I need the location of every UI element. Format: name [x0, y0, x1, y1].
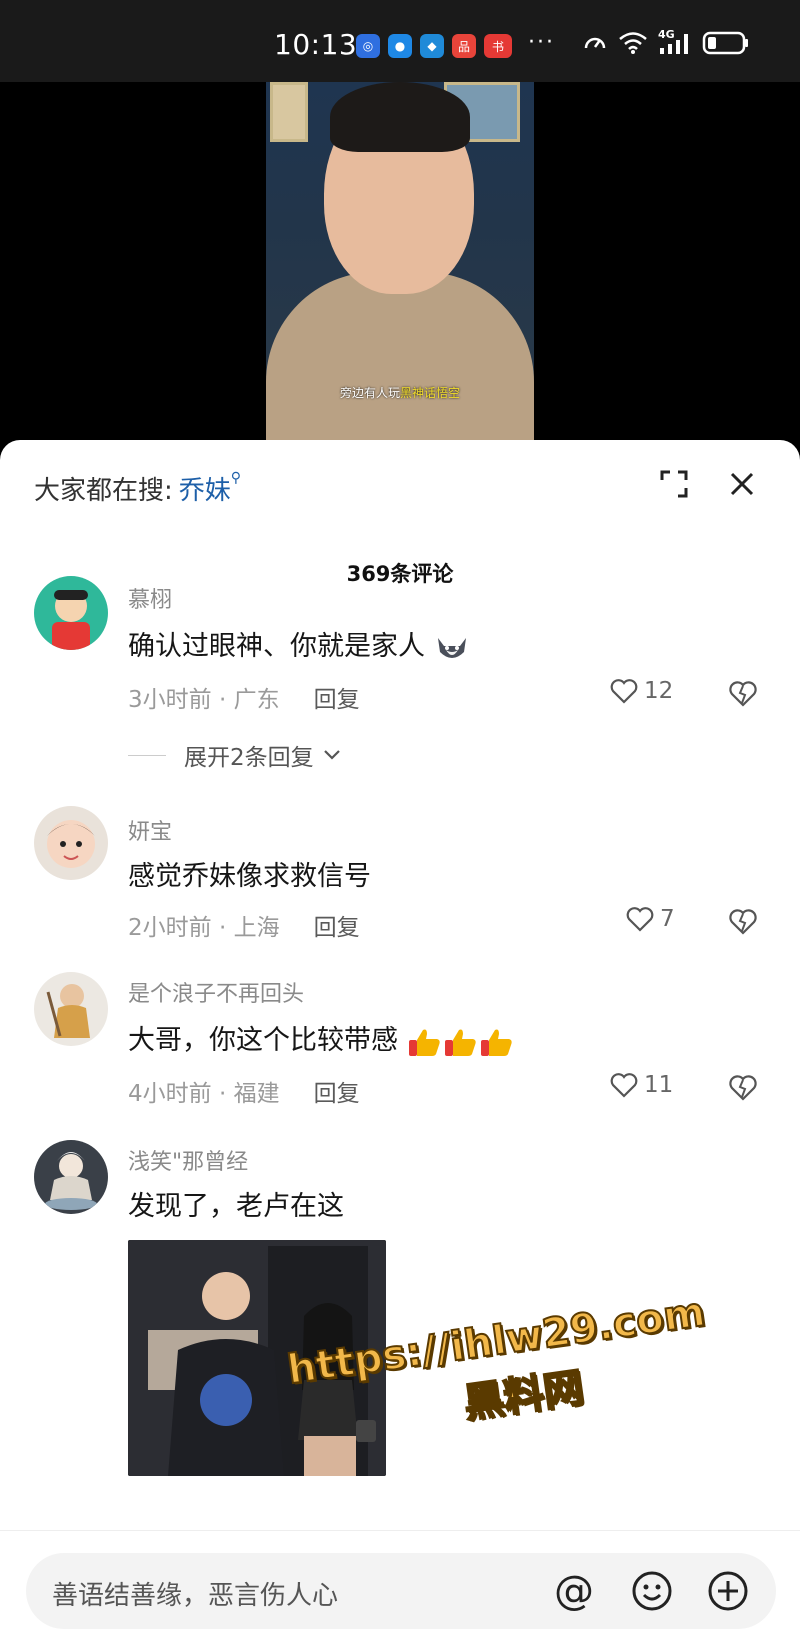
- search-keyword-link[interactable]: 乔妹: [179, 476, 231, 506]
- comment-text: 感觉乔妹像求救信号: [128, 861, 371, 892]
- comment-text: 发现了，老卢在这: [128, 1191, 344, 1222]
- close-icon[interactable]: [724, 466, 760, 502]
- mention-symbol: @: [554, 1568, 594, 1614]
- comment-location: 福建: [233, 1081, 280, 1107]
- person-hair: [330, 82, 470, 152]
- comment-text: 大哥，你这个比较带感: [128, 1018, 515, 1058]
- husky-emoji-icon: [437, 637, 466, 658]
- comment-text: 确认过眼神、你就是家人: [128, 624, 470, 664]
- message-notification-icon: ●: [388, 34, 412, 58]
- comment-time: 4小时前: [128, 1081, 212, 1107]
- video-frame: 旁边有人玩黑神话悟空: [266, 82, 534, 442]
- comment-sheet: 大家都在搜: 乔妹⚲ 369条评论 慕栩 确认过眼神、你就是家人 3小时前 · …: [0, 440, 800, 1648]
- avatar[interactable]: [34, 1140, 108, 1214]
- wifi-icon: [619, 32, 647, 54]
- comment-text-content: 大哥，你这个比较带感: [128, 1025, 398, 1056]
- redbook-notification-icon: 书: [484, 34, 512, 58]
- signal-icon: 4G: [658, 28, 692, 56]
- video-player[interactable]: 旁边有人玩黑神话悟空: [0, 82, 800, 442]
- like-button[interactable]: 11: [610, 1072, 673, 1098]
- status-time: 10:13: [274, 28, 358, 61]
- thumbs-up-icon: [444, 1029, 476, 1056]
- heart-icon: [610, 679, 638, 704]
- emoji-icon[interactable]: [630, 1569, 674, 1613]
- comment-time: 3小时前: [128, 687, 212, 713]
- broken-heart-icon[interactable]: [728, 906, 758, 936]
- heart-icon: [626, 907, 654, 932]
- like-button[interactable]: 12: [610, 678, 673, 704]
- person-body: [266, 272, 534, 442]
- like-button[interactable]: 7: [626, 906, 675, 932]
- comment-meta: 2小时前 · 上海 回复: [128, 915, 360, 941]
- mention-icon[interactable]: @: [552, 1569, 596, 1613]
- notification-icons: ◎ ● ◆ 品 书: [356, 34, 512, 58]
- comment-meta: 4小时前 · 福建 回复: [128, 1081, 360, 1107]
- comment-input[interactable]: 善语结善缘，恶言伤人心 @: [26, 1553, 776, 1629]
- comment-time: 2小时前: [128, 915, 212, 941]
- more-notifications-icon: ···: [528, 30, 555, 55]
- comment-count: 369条评论: [346, 562, 454, 586]
- speed-icon: [584, 37, 606, 49]
- comment-author[interactable]: 是个浪子不再回头: [128, 976, 304, 1008]
- comment-input-bar: 善语结善缘，恶言伤人心 @: [0, 1530, 800, 1648]
- comment-location: 广东: [233, 687, 280, 713]
- expand-replies-label: 展开2条回复: [184, 745, 314, 771]
- search-hint-label: 大家都在搜:: [34, 476, 173, 506]
- broken-heart-icon[interactable]: [728, 678, 758, 708]
- search-icon: ⚲: [230, 470, 242, 486]
- reply-button[interactable]: 回复: [314, 1081, 360, 1107]
- broken-heart-icon[interactable]: [728, 1072, 758, 1102]
- avatar[interactable]: [34, 576, 108, 650]
- subtitle-text: 旁边有人玩: [339, 386, 400, 400]
- avatar[interactable]: [34, 806, 108, 880]
- add-icon[interactable]: [706, 1569, 750, 1613]
- expand-replies-button[interactable]: 展开2条回复: [128, 738, 342, 772]
- like-count: 12: [644, 678, 674, 704]
- subtitle-highlight: 黑神话悟空: [400, 386, 461, 400]
- battery-icon: [702, 31, 748, 55]
- comment-input-placeholder: 善语结善缘，恶言伤人心: [52, 1581, 339, 1611]
- reply-button[interactable]: 回复: [314, 687, 360, 713]
- comment-author[interactable]: 慕栩: [128, 582, 172, 614]
- comment-location: 上海: [233, 915, 280, 941]
- app-notification-icon: ◎: [356, 34, 380, 58]
- like-count: 11: [644, 1072, 674, 1098]
- comment-author[interactable]: 浅笑"那曾经: [128, 1144, 248, 1176]
- comment-meta: 3小时前 · 广东 回复: [128, 687, 360, 713]
- comment-author[interactable]: 妍宝: [128, 814, 172, 846]
- browser-notification-icon: ◆: [420, 34, 444, 58]
- divider-line: [128, 754, 166, 756]
- expand-icon[interactable]: [656, 466, 692, 502]
- thumbs-up-icon: [408, 1029, 440, 1056]
- comment-text-content: 确认过眼神、你就是家人: [128, 631, 425, 662]
- search-suggestion[interactable]: 大家都在搜: 乔妹⚲: [34, 470, 241, 507]
- video-subtitle: 旁边有人玩黑神话悟空: [266, 384, 534, 401]
- status-bar: 10:13 ◎ ● ◆ 品 书 ··· 4G: [0, 0, 800, 82]
- wall-poster-left: [270, 82, 308, 142]
- shopping-notification-icon: 品: [452, 34, 476, 58]
- heart-icon: [610, 1073, 638, 1098]
- status-indicators: 4G: [582, 28, 750, 56]
- avatar[interactable]: [34, 972, 108, 1046]
- chevron-down-icon: [323, 750, 340, 760]
- thumbs-up-icon: [480, 1029, 512, 1056]
- like-count: 7: [660, 906, 675, 932]
- reply-button[interactable]: 回复: [314, 915, 360, 941]
